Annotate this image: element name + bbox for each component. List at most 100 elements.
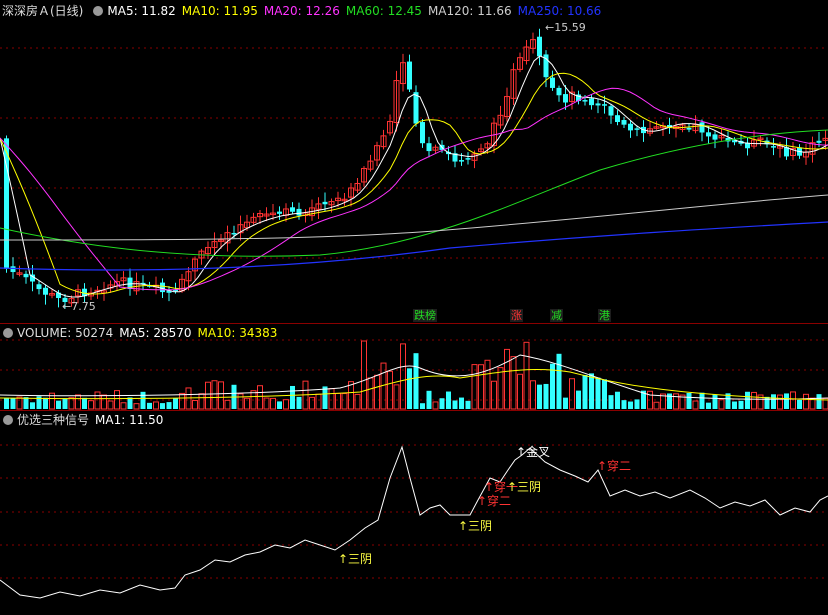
candle-body	[706, 132, 711, 137]
volume-bar	[56, 400, 61, 409]
volume-bar	[211, 380, 218, 410]
volume-bar	[459, 397, 464, 409]
settings-icon[interactable]	[93, 6, 104, 16]
volume-bar	[82, 397, 87, 409]
volume-bar	[745, 391, 750, 409]
event-tag[interactable]: 港	[598, 309, 611, 322]
volume-bar	[127, 397, 133, 409]
candle-body	[589, 98, 594, 106]
candle-body	[407, 61, 412, 90]
volume-bar	[471, 364, 478, 410]
signal-label: ↑穿二	[597, 459, 632, 473]
volume-bar	[257, 385, 263, 410]
volume-bar	[309, 396, 315, 410]
volume-bar	[608, 395, 614, 409]
volume-bar	[407, 368, 412, 409]
stock-title[interactable]: 深深房Ａ(日线)	[2, 4, 83, 18]
candle-body	[426, 143, 432, 152]
volume-bar	[712, 394, 718, 409]
volume-bar	[439, 398, 445, 409]
candle-body	[231, 232, 237, 235]
candle-body	[712, 134, 718, 140]
volume-bar	[10, 398, 16, 409]
indicator-name[interactable]: 优选三种信号	[17, 413, 89, 427]
volume-bar	[315, 393, 322, 410]
ma250-line	[0, 221, 828, 271]
volume-bar	[764, 396, 770, 409]
candle-body	[608, 106, 614, 116]
candle-body	[43, 287, 48, 295]
volume-bar	[595, 377, 601, 409]
candle-body	[615, 115, 620, 123]
candle-body	[582, 100, 588, 102]
volume-bar	[322, 386, 328, 409]
volume-bar	[335, 392, 341, 410]
event-tag[interactable]: 涨	[510, 309, 523, 322]
signal-label: ↑三阴	[458, 519, 493, 533]
ma60-line	[0, 129, 828, 257]
volume-bar	[478, 364, 484, 410]
volume-bar	[387, 370, 393, 410]
volume-bar	[699, 392, 705, 409]
high-price-label: ←15.59	[545, 21, 586, 34]
volume-bar	[634, 399, 640, 409]
settings-icon[interactable]	[3, 415, 13, 425]
volume-bar	[497, 367, 504, 410]
volume-bar	[328, 388, 335, 410]
volume-bar	[537, 384, 542, 409]
volume-bar	[192, 399, 198, 410]
moving-average-lines	[0, 55, 828, 298]
stock-chart[interactable]	[0, 0, 828, 615]
candle-body	[556, 87, 562, 96]
candle-body	[595, 103, 601, 106]
volume-bar	[530, 380, 536, 410]
candle-body	[413, 92, 419, 124]
volume-bar	[465, 400, 471, 409]
volume-bar	[602, 379, 607, 409]
volume-bar	[43, 397, 48, 409]
volume-bar	[393, 384, 400, 410]
volume-bar	[771, 394, 776, 409]
volume-bar	[738, 400, 744, 409]
candle-body	[602, 104, 607, 106]
candle-body	[277, 211, 282, 214]
volume-bar	[88, 400, 94, 410]
ma120-label: MA120: 11.66	[427, 4, 512, 18]
volume-bar	[4, 397, 9, 409]
volume-bar	[341, 393, 348, 410]
candle-body	[621, 120, 627, 125]
candle-body	[296, 208, 302, 216]
indicator-ma1-label: MA1: 11.50	[95, 413, 164, 427]
volume-bar	[563, 397, 568, 409]
volume-bar	[16, 396, 23, 410]
volume-bar	[361, 340, 367, 410]
candle-body	[816, 140, 822, 143]
volume-bar	[420, 403, 425, 409]
candle-body	[628, 123, 633, 131]
volume-bar	[354, 393, 361, 410]
volume-bar	[173, 398, 178, 409]
volume-bar	[296, 396, 302, 409]
volume-bar	[582, 374, 588, 409]
signal-label: ↑三阴	[338, 552, 373, 566]
volume-bars	[0, 340, 828, 410]
candle-body	[459, 160, 464, 162]
volume-bar	[218, 381, 224, 410]
volume-bar	[179, 392, 185, 410]
volume-bar	[517, 373, 523, 410]
ma250-label: MA250: 10.66	[517, 4, 602, 18]
volume-bar	[686, 392, 692, 409]
volume-bar	[556, 353, 562, 409]
volume-bar	[510, 356, 517, 410]
volume-bar	[803, 393, 809, 410]
volume-bar	[147, 402, 152, 409]
event-tag[interactable]: 减	[550, 309, 563, 322]
event-tag[interactable]: 跌榜	[413, 309, 437, 322]
volume-bar	[198, 393, 205, 410]
volume-bar	[101, 394, 107, 410]
low-price-label: ←7.75	[62, 300, 96, 313]
settings-icon[interactable]	[3, 328, 13, 338]
volume-bar	[718, 399, 725, 410]
signal-label: ↑金叉	[516, 445, 551, 459]
volume-bar	[576, 390, 581, 409]
